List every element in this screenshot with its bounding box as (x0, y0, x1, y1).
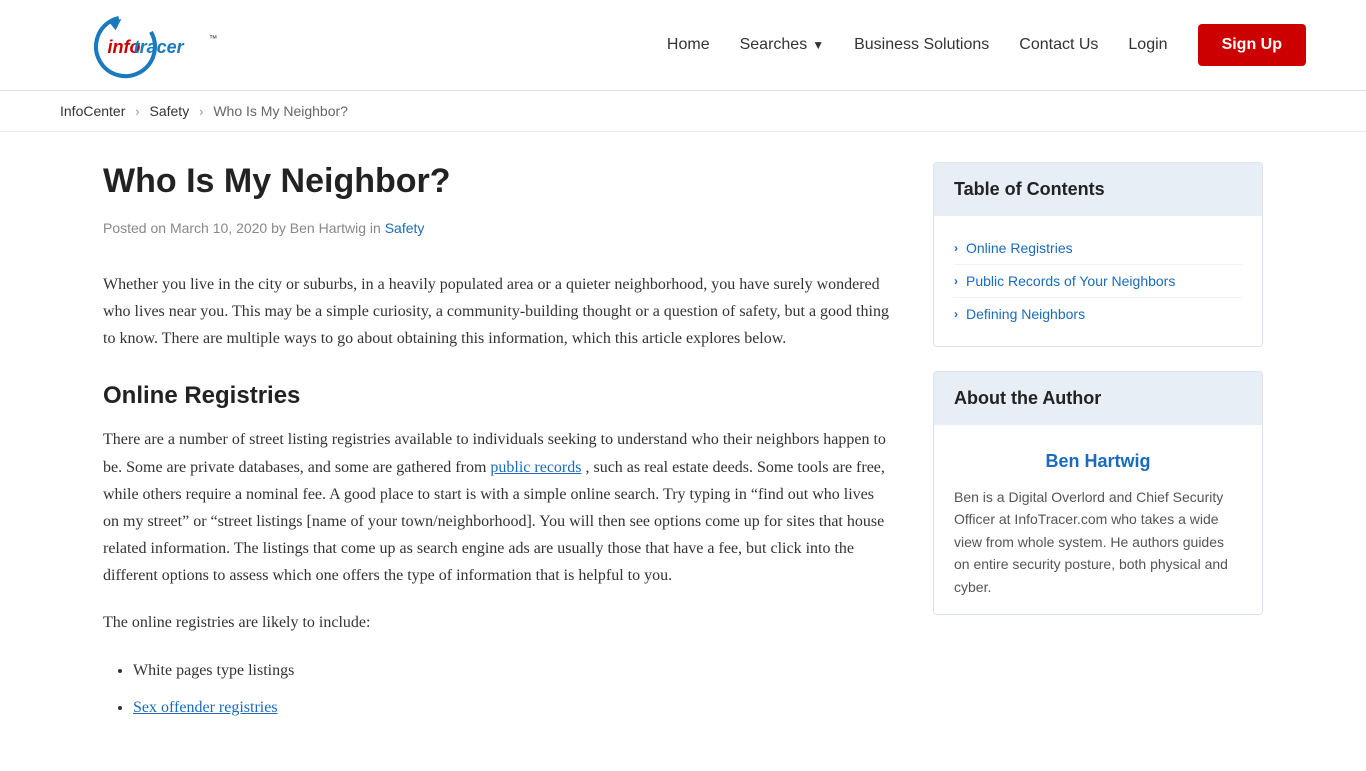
toc-chevron-icon: › (954, 307, 958, 321)
breadcrumb-sep-2: › (199, 104, 203, 119)
breadcrumb: InfoCenter › Safety › Who Is My Neighbor… (0, 91, 1366, 132)
svg-text:™: ™ (209, 34, 217, 43)
article-section1-p2: The online registries are likely to incl… (103, 609, 893, 636)
article-title: Who Is My Neighbor? (103, 162, 893, 201)
article-meta: Posted on March 10, 2020 by Ben Hartwig … (103, 217, 893, 241)
toc-box: Table of Contents › Online Registries › … (933, 162, 1263, 347)
nav-home[interactable]: Home (667, 36, 710, 54)
nav-searches[interactable]: Searches ▼ (740, 36, 824, 54)
breadcrumb-safety[interactable]: Safety (150, 103, 190, 119)
nav-contact-us[interactable]: Contact Us (1019, 36, 1098, 54)
author-content: Ben Hartwig Ben is a Digital Overlord an… (934, 425, 1262, 614)
toc-chevron-icon: › (954, 241, 958, 255)
main-nav: Home Searches ▼ Business Solutions Conta… (667, 24, 1306, 66)
toc-item-public-records[interactable]: › Public Records of Your Neighbors (954, 265, 1242, 298)
article-intro: Whether you live in the city or suburbs,… (103, 271, 893, 353)
article-list: White pages type listings Sex offender r… (103, 657, 893, 721)
toc-chevron-icon: › (954, 274, 958, 288)
toc-header: Table of Contents (934, 163, 1262, 216)
article-category-link[interactable]: Safety (385, 220, 425, 236)
login-button[interactable]: Login (1128, 36, 1167, 54)
author-name: Ben Hartwig (954, 441, 1242, 486)
breadcrumb-current: Who Is My Neighbor? (213, 103, 348, 119)
breadcrumb-sep-1: › (135, 104, 139, 119)
author-bio: Ben is a Digital Overlord and Chief Secu… (954, 486, 1242, 598)
toc-item-online-registries[interactable]: › Online Registries (954, 232, 1242, 265)
signup-button[interactable]: Sign Up (1198, 24, 1306, 66)
toc-content: › Online Registries › Public Records of … (934, 216, 1262, 346)
public-records-link[interactable]: public records (490, 459, 581, 476)
section1-heading: Online Registries (103, 382, 893, 410)
breadcrumb-infocenter[interactable]: InfoCenter (60, 103, 125, 119)
searches-chevron-icon: ▼ (812, 38, 824, 52)
sex-offender-link[interactable]: Sex offender registries (133, 699, 278, 716)
sidebar: Table of Contents › Online Registries › … (933, 162, 1263, 741)
logo[interactable]: info tracer ™ (60, 10, 240, 80)
svg-text:tracer: tracer (134, 37, 185, 57)
toc-item-defining-neighbors[interactable]: › Defining Neighbors (954, 298, 1242, 330)
author-header: About the Author (934, 372, 1262, 425)
author-box: About the Author Ben Hartwig Ben is a Di… (933, 371, 1263, 615)
nav-business-solutions[interactable]: Business Solutions (854, 36, 989, 54)
article-section1-p1: There are a number of street listing reg… (103, 426, 893, 589)
main-container: Who Is My Neighbor? Posted on March 10, … (43, 132, 1323, 771)
list-item: White pages type listings (133, 657, 893, 684)
article: Who Is My Neighbor? Posted on March 10, … (103, 162, 893, 741)
list-item-sex-offender: Sex offender registries (133, 694, 893, 721)
site-header: info tracer ™ Home Searches ▼ Business S… (0, 0, 1366, 91)
